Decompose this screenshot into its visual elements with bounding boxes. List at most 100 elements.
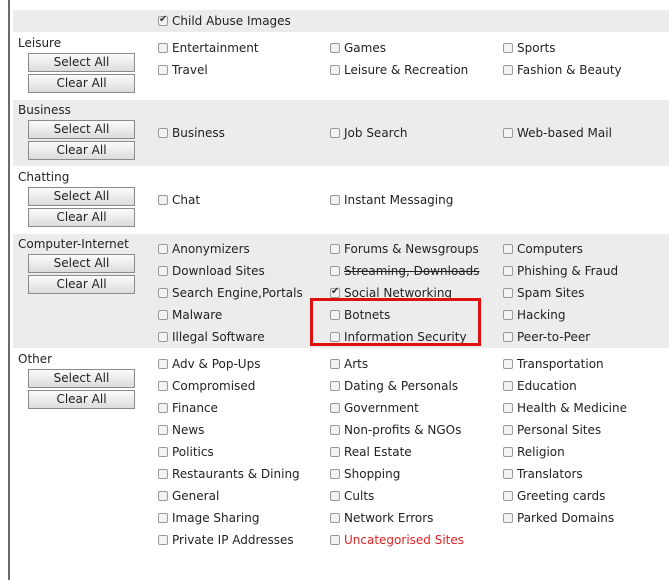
checkbox-icon[interactable]: [158, 14, 168, 26]
select-all-button[interactable]: Select All: [28, 369, 135, 388]
option-parked-domains[interactable]: Parked Domains: [503, 511, 663, 525]
option-leisure-recreation[interactable]: Leisure & Recreation: [330, 63, 503, 77]
checkbox-icon[interactable]: [158, 244, 168, 254]
checkbox-icon[interactable]: [158, 447, 168, 457]
checkbox-icon[interactable]: [158, 288, 168, 298]
option-transportation[interactable]: Transportation: [503, 357, 663, 371]
checkbox-icon[interactable]: [330, 43, 340, 53]
option-fashion-beauty[interactable]: Fashion & Beauty: [503, 63, 663, 77]
checkbox-icon[interactable]: [503, 310, 513, 320]
option-shopping[interactable]: Shopping: [330, 467, 503, 481]
checkbox-icon[interactable]: [158, 425, 168, 435]
checkbox-icon[interactable]: [158, 359, 168, 369]
option-child-abuse-images[interactable]: Child Abuse Images: [158, 14, 458, 28]
checkbox-icon[interactable]: [158, 266, 168, 276]
option-politics[interactable]: Politics: [158, 445, 330, 459]
checkbox-icon[interactable]: [158, 513, 168, 523]
option-education[interactable]: Education: [503, 379, 663, 393]
option-uncategorised-sites[interactable]: Uncategorised Sites: [330, 533, 503, 547]
checkbox-icon[interactable]: [158, 403, 168, 413]
checkbox-icon[interactable]: [330, 359, 340, 369]
option-image-sharing[interactable]: Image Sharing: [158, 511, 330, 525]
select-all-button[interactable]: Select All: [28, 53, 135, 72]
option-news[interactable]: News: [158, 423, 330, 437]
select-all-button[interactable]: Select All: [28, 254, 135, 273]
checkbox-icon[interactable]: [503, 359, 513, 369]
checkbox-icon[interactable]: [330, 310, 340, 320]
checkbox-icon[interactable]: [503, 513, 513, 523]
option-business[interactable]: Business: [158, 126, 330, 140]
checkbox-icon[interactable]: [330, 128, 340, 138]
checkbox-icon[interactable]: [503, 43, 513, 53]
option-hacking[interactable]: Hacking: [503, 308, 663, 322]
option-dating-personals[interactable]: Dating & Personals: [330, 379, 503, 393]
checkbox-icon[interactable]: [158, 469, 168, 479]
clear-all-button[interactable]: Clear All: [28, 390, 135, 409]
checkbox-icon[interactable]: [503, 447, 513, 457]
checkbox-icon[interactable]: [503, 244, 513, 254]
option-travel[interactable]: Travel: [158, 63, 330, 77]
checkbox-icon[interactable]: [503, 128, 513, 138]
option-general[interactable]: General: [158, 489, 330, 503]
option-forums-newsgroups[interactable]: Forums & Newsgroups: [330, 242, 503, 256]
checkbox-icon[interactable]: [330, 469, 340, 479]
select-all-button[interactable]: Select All: [28, 120, 135, 139]
checkbox-icon[interactable]: [330, 266, 340, 276]
clear-all-button[interactable]: Clear All: [28, 141, 135, 160]
option-health-medicine[interactable]: Health & Medicine: [503, 401, 663, 415]
option-non-profits-ngos[interactable]: Non-profits & NGOs: [330, 423, 503, 437]
select-all-button[interactable]: Select All: [28, 187, 135, 206]
checkbox-icon[interactable]: [330, 425, 340, 435]
option-botnets[interactable]: Botnets: [330, 308, 503, 322]
option-job-search[interactable]: Job Search: [330, 126, 503, 140]
clear-all-button[interactable]: Clear All: [28, 74, 135, 93]
option-government[interactable]: Government: [330, 401, 503, 415]
checkbox-icon[interactable]: [158, 535, 168, 545]
option-compromised[interactable]: Compromised: [158, 379, 330, 393]
option-personal-sites[interactable]: Personal Sites: [503, 423, 663, 437]
option-peer-to-peer[interactable]: Peer-to-Peer: [503, 330, 663, 344]
option-private-ip-addresses[interactable]: Private IP Addresses: [158, 533, 330, 547]
checkbox-icon[interactable]: [158, 332, 168, 342]
option-religion[interactable]: Religion: [503, 445, 663, 459]
option-adv-pop-ups[interactable]: Adv & Pop-Ups: [158, 357, 330, 371]
checkbox-icon[interactable]: [158, 128, 168, 138]
checkbox-icon[interactable]: [503, 403, 513, 413]
option-download-sites[interactable]: Download Sites: [158, 264, 330, 278]
checkbox-icon[interactable]: [330, 332, 340, 342]
option-spam-sites[interactable]: Spam Sites: [503, 286, 663, 300]
clear-all-button[interactable]: Clear All: [28, 275, 135, 294]
checkbox-icon[interactable]: [330, 195, 340, 205]
option-greeting-cards[interactable]: Greeting cards: [503, 489, 663, 503]
option-sports[interactable]: Sports: [503, 41, 663, 55]
option-social-networking[interactable]: Social Networking: [330, 286, 503, 300]
option-network-errors[interactable]: Network Errors: [330, 511, 503, 525]
option-chat[interactable]: Chat: [158, 193, 330, 207]
option-phishing-fraud[interactable]: Phishing & Fraud: [503, 264, 663, 278]
checkbox-icon[interactable]: [503, 288, 513, 298]
checkbox-icon[interactable]: [503, 469, 513, 479]
option-entertainment[interactable]: Entertainment: [158, 41, 330, 55]
option-anonymizers[interactable]: Anonymizers: [158, 242, 330, 256]
checkbox-icon[interactable]: [158, 491, 168, 501]
checkbox-icon[interactable]: [330, 447, 340, 457]
option-information-security[interactable]: Information Security: [330, 330, 503, 344]
option-real-estate[interactable]: Real Estate: [330, 445, 503, 459]
checkbox-icon[interactable]: [330, 381, 340, 391]
option-instant-messaging[interactable]: Instant Messaging: [330, 193, 503, 207]
checkbox-icon[interactable]: [503, 65, 513, 75]
checkbox-icon[interactable]: [330, 535, 340, 545]
checkbox-icon[interactable]: [158, 310, 168, 320]
option-search-engine-portals[interactable]: Search Engine,Portals: [158, 286, 330, 300]
checkbox-icon[interactable]: [158, 43, 168, 53]
option-cults[interactable]: Cults: [330, 489, 503, 503]
option-restaurants-dining[interactable]: Restaurants & Dining: [158, 467, 330, 481]
checkbox-icon[interactable]: [503, 425, 513, 435]
clear-all-button[interactable]: Clear All: [28, 208, 135, 227]
option-streaming-downloads[interactable]: Streaming, Downloads: [330, 264, 503, 278]
checkbox-icon[interactable]: [330, 403, 340, 413]
checkbox-icon[interactable]: [503, 491, 513, 501]
checkbox-icon[interactable]: [330, 513, 340, 523]
option-web-based-mail[interactable]: Web-based Mail: [503, 126, 663, 140]
checkbox-icon[interactable]: [330, 244, 340, 254]
